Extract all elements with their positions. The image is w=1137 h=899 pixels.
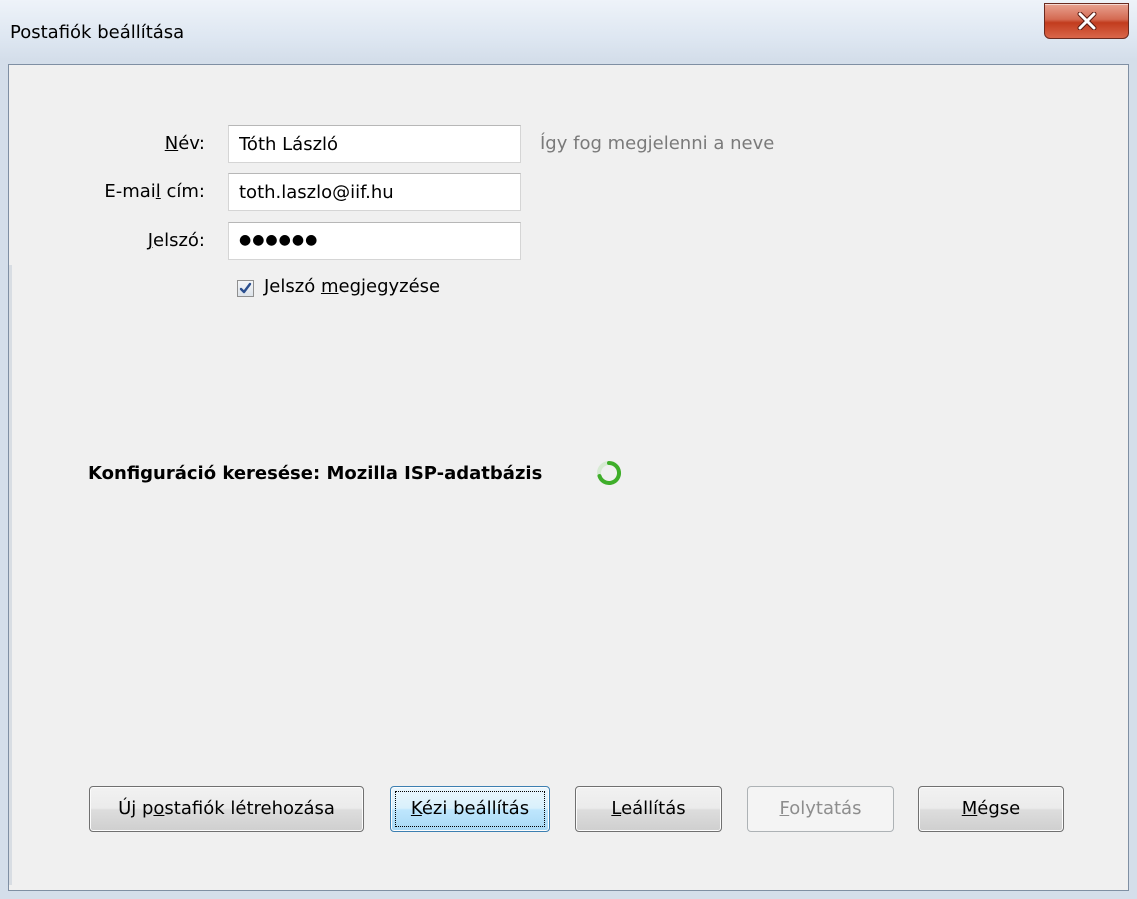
email-label: E-mail cím:: [104, 181, 205, 202]
checkbox-box[interactable]: [237, 280, 254, 297]
status-text: Konfiguráció keresése: Mozilla ISP-adatb…: [88, 463, 543, 484]
name-input[interactable]: [228, 125, 521, 163]
close-button[interactable]: [1044, 3, 1129, 39]
focus-ring: [395, 791, 545, 827]
new-account-button[interactable]: Új postafiók létrehozása: [89, 786, 364, 832]
continue-button[interactable]: Folytatás: [747, 786, 894, 832]
dialog-content: Név: Így fog megjelenni a neve E-mail cí…: [8, 64, 1129, 891]
left-edge-shade: [9, 265, 12, 885]
name-hint: Így fog megjelenni a neve: [540, 133, 775, 154]
password-input[interactable]: ●●●●●●: [228, 222, 521, 260]
remember-password-label: Jelszó megjegyzése: [264, 276, 441, 297]
close-icon: [1077, 12, 1097, 30]
email-input[interactable]: [228, 173, 521, 211]
cancel-button[interactable]: Mégse: [918, 786, 1064, 832]
password-label: Jelszó:: [147, 230, 205, 251]
manual-config-button[interactable]: Kézi beállítás: [390, 786, 550, 832]
checkmark-icon: [239, 282, 252, 294]
loading-spinner-icon: [597, 460, 622, 485]
stop-button[interactable]: Leállítás: [575, 786, 722, 832]
title-bar[interactable]: Postafiók beállítása: [0, 0, 1137, 64]
name-label: Név:: [164, 133, 205, 154]
window-title: Postafiók beállítása: [10, 22, 185, 43]
dialog-window: Postafiók beállítása Név: Így fog megjel…: [0, 0, 1137, 899]
